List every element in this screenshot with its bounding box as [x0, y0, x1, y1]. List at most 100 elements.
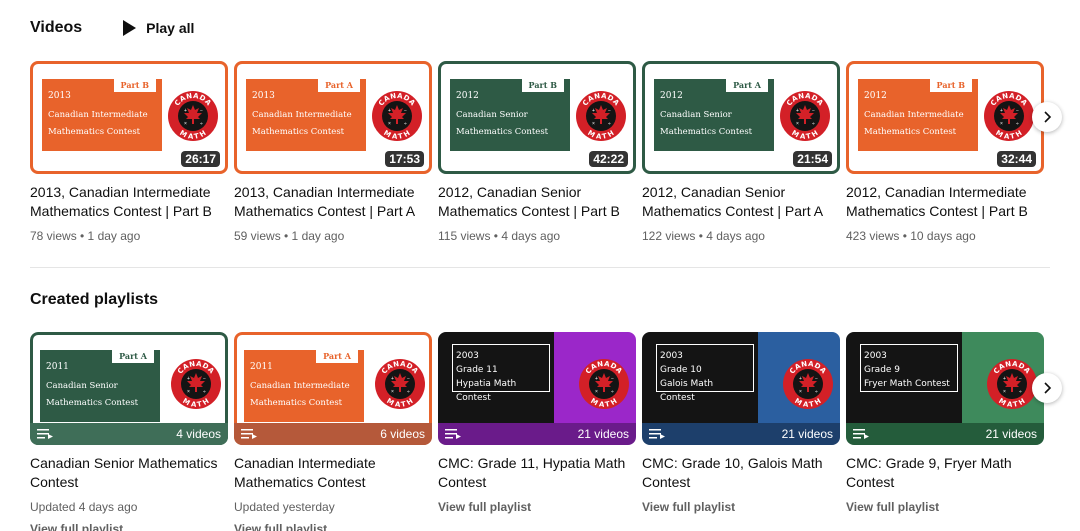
contest-name: Canadian Intermediate Mathematics Contes…: [250, 381, 350, 408]
playlist-title-line: Contest: [642, 474, 691, 490]
thumbnail-panel: Part B 2013 Canadian Intermediate Mathem…: [41, 78, 163, 152]
svg-text:×: ×: [184, 121, 187, 127]
video-title-line: Mathematics Contest | Part B: [30, 203, 212, 219]
svg-text:+: +: [799, 376, 802, 382]
view-full-playlist-link[interactable]: View full playlist: [30, 522, 228, 531]
svg-text:−: −: [407, 376, 410, 382]
part-tag: Part A: [318, 78, 360, 92]
part-tag: Part B: [929, 78, 972, 92]
playlist-title-line: Contest: [438, 474, 487, 490]
thumbnail-panel: Part B 2012 Canadian Senior Mathematics …: [449, 78, 571, 152]
playlist-thumbnail[interactable]: Part A 2011 Canadian Senior Mathematics …: [30, 332, 228, 445]
svg-text:×: ×: [799, 389, 802, 395]
canada-math-logo: CANADA MATH + − × ÷: [579, 359, 629, 409]
playlist-title[interactable]: Canadian Intermediate Mathematics Contes…: [234, 454, 432, 492]
playlist-video-count: 21 videos: [577, 427, 629, 441]
playlist-card[interactable]: 2003 Grade 11 Hypatia Math Contest CANAD…: [438, 332, 636, 531]
view-full-playlist-link[interactable]: View full playlist: [846, 500, 1044, 514]
svg-text:×: ×: [595, 389, 598, 395]
play-all-button[interactable]: Play all: [122, 20, 194, 36]
duration-badge: 32:44: [997, 151, 1036, 167]
playlist-title[interactable]: CMC: Grade 9, Fryer Math Contest: [846, 454, 1044, 492]
playlists-next-button[interactable]: [1032, 373, 1062, 403]
view-full-playlist-link[interactable]: View full playlist: [438, 500, 636, 514]
video-card[interactable]: Part A 2013 Canadian Intermediate Mathem…: [234, 61, 432, 243]
video-thumbnail[interactable]: Part B 2012 Canadian Senior Mathematics …: [438, 61, 636, 174]
svg-text:÷: ÷: [404, 121, 407, 127]
videos-next-button[interactable]: [1032, 102, 1062, 132]
svg-text:+: +: [388, 108, 391, 114]
video-thumbnail[interactable]: Part A 2013 Canadian Intermediate Mathem…: [234, 61, 432, 174]
video-title-line: 2012, Canadian Senior: [438, 184, 582, 200]
playlists-row: Part A 2011 Canadian Senior Mathematics …: [30, 332, 1044, 531]
svg-text:+: +: [187, 376, 190, 382]
video-card[interactable]: Part B 2012 Canadian Intermediate Mathem…: [846, 61, 1044, 243]
svg-text:−: −: [203, 376, 206, 382]
video-thumbnail[interactable]: Part B 2013 Canadian Intermediate Mathem…: [30, 61, 228, 174]
playlist-count-bar: 6 videos: [234, 423, 432, 445]
playlist-card[interactable]: Part A 2011 Canadian Senior Mathematics …: [30, 332, 228, 531]
video-title-line: 2013, Canadian Intermediate: [234, 184, 415, 200]
view-full-playlist-link[interactable]: View full playlist: [642, 500, 840, 514]
playlist-card[interactable]: Part A 2011 Canadian Intermediate Mathem…: [234, 332, 432, 531]
contest-year: 2012: [456, 91, 479, 101]
playlist-count-bar: 21 videos: [846, 423, 1044, 445]
playlist-title[interactable]: CMC: Grade 10, Galois Math Contest: [642, 454, 840, 492]
svg-text:÷: ÷: [203, 389, 206, 395]
contest-year: 2013: [252, 91, 275, 101]
svg-text:÷: ÷: [611, 389, 614, 395]
duration-badge: 42:22: [589, 151, 628, 167]
video-thumbnail[interactable]: Part B 2012 Canadian Intermediate Mathem…: [846, 61, 1044, 174]
playlist-thumbnail[interactable]: 2003 Grade 10 Galois Math Contest CANADA…: [642, 332, 840, 445]
thumbnail-panel: Part A 2012 Canadian Senior Mathematics …: [653, 78, 775, 152]
playlist-video-count: 21 videos: [781, 427, 833, 441]
svg-text:+: +: [796, 108, 799, 114]
video-title[interactable]: 2013, Canadian Intermediate Mathematics …: [234, 183, 432, 221]
playlist-title[interactable]: Canadian Senior Mathematics Contest: [30, 454, 228, 492]
video-meta: 115 views • 4 days ago: [438, 229, 561, 243]
svg-text:+: +: [391, 376, 394, 382]
video-card[interactable]: Part B 2013 Canadian Intermediate Mathem…: [30, 61, 228, 243]
playlist-title[interactable]: CMC: Grade 11, Hypatia Math Contest: [438, 454, 636, 492]
canada-math-logo: CANADA MATH + − × ÷: [171, 359, 221, 409]
video-title[interactable]: 2013, Canadian Intermediate Mathematics …: [30, 183, 228, 221]
video-card[interactable]: Part B 2012 Canadian Senior Mathematics …: [438, 61, 636, 243]
video-title[interactable]: 2012, Canadian Intermediate Mathematics …: [846, 183, 1044, 221]
part-tag: Part B: [113, 78, 156, 92]
video-title[interactable]: 2012, Canadian Senior Mathematics Contes…: [642, 183, 840, 221]
contest-name: Canadian Intermediate Mathematics Contes…: [864, 110, 964, 137]
playlist-video-count: 21 videos: [985, 427, 1037, 441]
videos-header: Videos Play all: [30, 19, 194, 37]
view-full-playlist-link[interactable]: View full playlist: [234, 522, 432, 531]
video-title-line: Mathematics Contest | Part A: [642, 203, 824, 219]
video-title-line: 2013, Canadian Intermediate: [30, 184, 211, 200]
playlist-thumbnail[interactable]: 2003 Grade 11 Hypatia Math Contest CANAD…: [438, 332, 636, 445]
svg-text:×: ×: [592, 121, 595, 127]
playlist-title-line: CMC: Grade 10, Galois Math: [642, 455, 823, 471]
playlist-thumbnail[interactable]: 2003 Grade 9 Fryer Math Contest CANADA M…: [846, 332, 1044, 445]
svg-text:+: +: [595, 376, 598, 382]
video-title[interactable]: 2012, Canadian Senior Mathematics Contes…: [438, 183, 636, 221]
svg-text:−: −: [1016, 108, 1019, 114]
video-card[interactable]: Part A 2012 Canadian Senior Mathematics …: [642, 61, 840, 243]
video-meta: 78 views • 1 day ago: [30, 229, 141, 243]
svg-text:×: ×: [1000, 121, 1003, 127]
canada-math-logo: CANADA MATH + − × ÷: [783, 359, 833, 409]
contest-name: Canadian Senior Mathematics Contest: [660, 110, 753, 137]
playlist-thumbnail[interactable]: Part A 2011 Canadian Intermediate Mathem…: [234, 332, 432, 445]
svg-text:−: −: [404, 108, 407, 114]
playlist-title-line: Canadian Senior Mathematics: [30, 455, 218, 471]
svg-text:×: ×: [391, 389, 394, 395]
contest-name: Canadian Intermediate Mathematics Contes…: [252, 110, 352, 137]
playlist-title-line: CMC: Grade 11, Hypatia Math: [438, 455, 626, 471]
svg-text:÷: ÷: [1019, 389, 1022, 395]
playlist-video-count: 6 videos: [380, 427, 425, 441]
svg-text:−: −: [200, 108, 203, 114]
playlist-card[interactable]: 2003 Grade 10 Galois Math Contest CANADA…: [642, 332, 840, 531]
playlist-card[interactable]: 2003 Grade 9 Fryer Math Contest CANADA M…: [846, 332, 1044, 531]
video-title-line: Mathematics Contest | Part A: [234, 203, 416, 219]
canada-math-logo: CANADA MATH + − × ÷: [576, 91, 626, 141]
playlist-updated: Updated yesterday: [234, 500, 335, 514]
video-thumbnail[interactable]: Part A 2012 Canadian Senior Mathematics …: [642, 61, 840, 174]
playlists-header: Created playlists: [30, 291, 158, 309]
